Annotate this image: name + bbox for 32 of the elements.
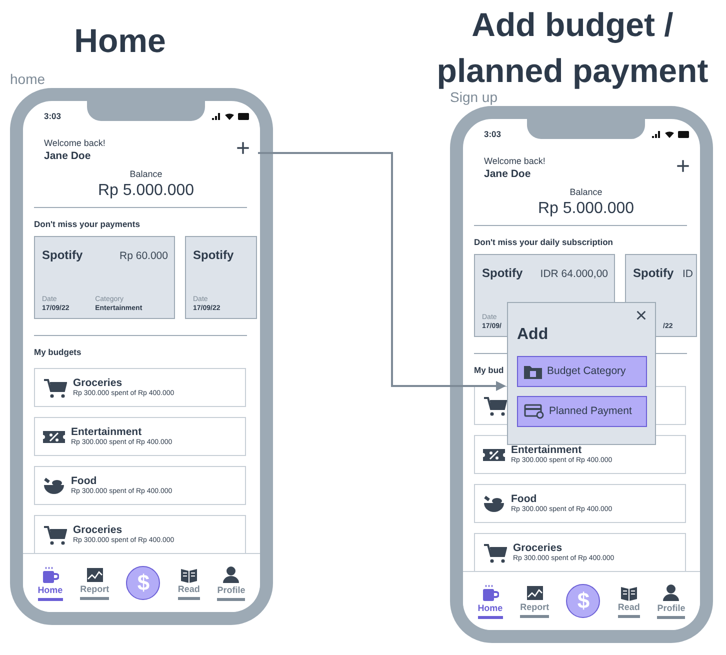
payment-name: Spotify	[193, 247, 234, 264]
budget-name: Groceries	[73, 376, 124, 388]
payment-name: Spotify	[633, 265, 674, 282]
budget-name: Groceries	[513, 542, 564, 554]
budget-name: Food	[511, 492, 538, 504]
user-name: Jane Doe	[44, 149, 92, 164]
user-name: Jane Doe	[484, 167, 532, 182]
status-time: 3:03	[484, 128, 502, 140]
budget-name: Entertainment	[511, 444, 583, 456]
section-heading: Don't miss your daily subscription	[473, 236, 613, 248]
balance-label: Balance	[128, 168, 164, 180]
balance-amount: Rp 5.000.000	[96, 181, 196, 201]
budget-name: Food	[71, 474, 98, 486]
welcome-text: Welcome back!	[44, 137, 106, 149]
screen-title: Add budget / planned payment	[436, 5, 710, 92]
frame-label: home	[10, 70, 46, 89]
budget-name: Groceries	[73, 524, 124, 536]
budget-name: Entertainment	[71, 426, 143, 438]
payment-name: Spotify	[42, 247, 83, 264]
section-heading: Don't miss your payments	[33, 218, 140, 230]
balance-amount: Rp 5.000.000	[536, 199, 636, 219]
payment-amount: Rp 60.000	[120, 249, 168, 264]
payment-amount: IDR 64.000,00	[540, 267, 608, 282]
balance-label: Balance	[568, 186, 604, 198]
frame-label: Sign up	[450, 89, 498, 107]
status-time: 3:03	[44, 110, 62, 122]
section-heading: My bud	[473, 364, 504, 376]
screen-title: Home	[73, 21, 167, 61]
payment-name: Spotify	[482, 265, 523, 282]
section-heading: My budgets	[33, 346, 82, 358]
welcome-text: Welcome back!	[484, 155, 546, 167]
payment-amount: ID	[682, 267, 693, 282]
